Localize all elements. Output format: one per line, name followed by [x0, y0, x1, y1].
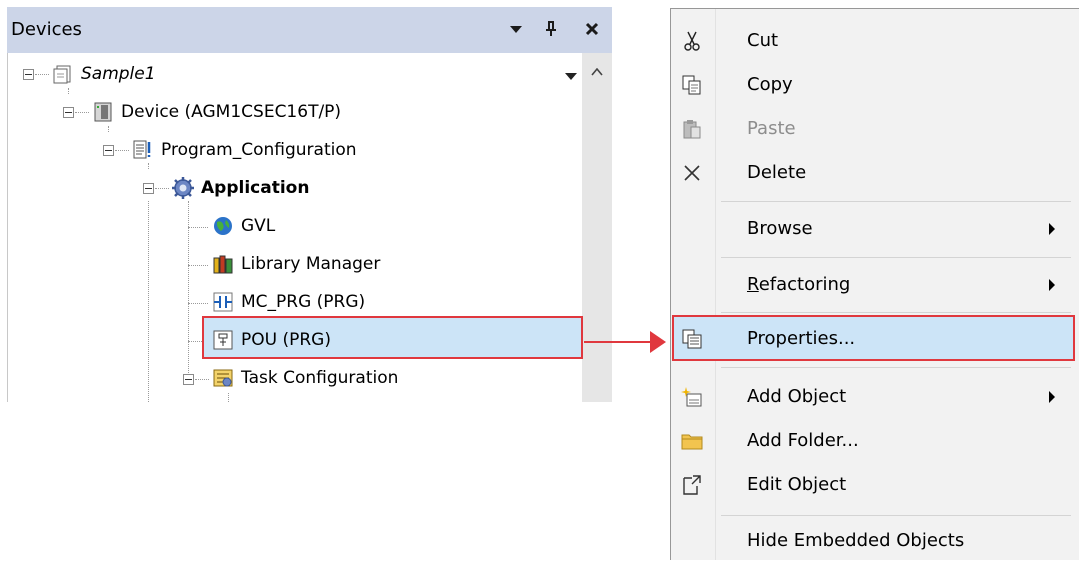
annotation-arrow-head [650, 331, 666, 353]
add-object-icon [681, 386, 703, 408]
devices-panel-title: Devices [11, 19, 82, 40]
collapse-toggle[interactable] [143, 183, 154, 194]
menu-item-hide-embedded-objects[interactable]: Hide Embedded Objects [671, 521, 1075, 561]
tree-label: POU (PRG) [241, 330, 331, 350]
menu-item-label: Cut [747, 30, 779, 51]
menu-item-copy[interactable]: Copy [671, 65, 1075, 105]
menu-item-label: Delete [747, 162, 807, 183]
annotation-arrow-line [584, 341, 656, 343]
menu-item-label: Hide Embedded Objects [747, 530, 965, 551]
context-menu: Cut Copy Paste Delete Browse Refactoring [670, 8, 1079, 560]
menu-item-label: Copy [747, 74, 793, 95]
menu-item-add-folder[interactable]: Add Folder... [671, 421, 1075, 461]
sfc-program-icon [212, 329, 234, 351]
ladder-program-icon [212, 291, 234, 313]
tree-label: Library Manager [241, 254, 381, 274]
tree-node-pou[interactable]: POU (PRG) [212, 325, 331, 355]
copy-icon [681, 74, 703, 96]
tree-line [35, 74, 49, 75]
paste-icon [681, 118, 703, 140]
collapse-toggle[interactable] [63, 107, 74, 118]
menu-item-edit-object[interactable]: Edit Object [671, 465, 1075, 505]
tree-label: Program_Configuration [161, 140, 357, 160]
folder-icon [681, 430, 703, 452]
edit-object-icon [681, 474, 703, 496]
tree-label: Application [201, 178, 310, 198]
tree-line [115, 150, 129, 151]
panel-menu-dropdown-icon[interactable] [502, 15, 530, 43]
close-icon[interactable] [578, 15, 606, 43]
collapse-toggle[interactable] [23, 69, 34, 80]
collapse-toggle[interactable] [183, 374, 194, 385]
tree-node-program-configuration[interactable]: Program_Configuration [132, 135, 357, 165]
menu-separator [721, 201, 1071, 202]
collapse-toggle[interactable] [103, 145, 114, 156]
menu-item-delete[interactable]: Delete [671, 153, 1075, 193]
task-configuration-icon [212, 367, 234, 389]
tree-line [188, 265, 208, 266]
program-configuration-icon [132, 139, 154, 161]
menu-item-refactoring[interactable]: Refactoring [671, 265, 1075, 305]
library-books-icon [212, 253, 234, 275]
tree-dropdown-icon[interactable] [560, 66, 582, 88]
tree-line [188, 227, 208, 228]
cut-icon [681, 30, 703, 52]
application-gear-icon [172, 177, 194, 199]
tree-node-mc-prg[interactable]: MC_PRG (PRG) [212, 287, 365, 317]
tree-node-sample[interactable]: Sample1 [52, 59, 156, 89]
tree-label: GVL [241, 216, 276, 236]
submenu-arrow-icon [1049, 279, 1055, 291]
devices-panel-titlebar: Devices [7, 7, 612, 53]
tree-line [228, 393, 229, 402]
tree-line [148, 201, 149, 402]
menu-item-browse[interactable]: Browse [671, 209, 1075, 249]
tree-line [188, 303, 208, 304]
submenu-arrow-icon [1049, 391, 1055, 403]
tree-node-task-configuration[interactable]: Task Configuration [212, 363, 398, 393]
menu-separator [721, 515, 1071, 516]
delete-icon [681, 162, 703, 184]
properties-icon [681, 328, 703, 350]
tree-line [195, 379, 209, 380]
tree-label: Device (AGM1CSEC16T/P) [121, 102, 342, 122]
menu-separator [721, 367, 1071, 368]
submenu-arrow-icon [1049, 223, 1055, 235]
globe-icon [212, 215, 234, 237]
menu-item-label: Add Object [747, 386, 847, 407]
tree-line [155, 188, 169, 189]
menu-item-label: Paste [747, 118, 796, 139]
menu-item-paste: Paste [671, 109, 1075, 149]
devices-panel: Devices Sample1 Device (AGM1CSEC16T/P) P… [7, 7, 612, 402]
menu-item-label: Refactoring [747, 274, 851, 295]
menu-item-add-object[interactable]: Add Object [671, 377, 1075, 417]
tree-node-gvl[interactable]: GVL [212, 211, 275, 241]
menu-item-cut[interactable]: Cut [671, 21, 1075, 61]
project-icon [52, 63, 74, 85]
menu-separator [721, 312, 1071, 313]
device-icon [92, 101, 114, 123]
pin-icon[interactable] [537, 15, 565, 43]
tree-node-library-manager[interactable]: Library Manager [212, 249, 380, 279]
menu-item-label: Browse [747, 218, 813, 239]
tree-node-application[interactable]: Application [172, 173, 309, 203]
menu-item-properties[interactable]: Properties... [671, 319, 1075, 359]
menu-item-label: Properties... [747, 328, 856, 349]
vertical-scrollbar[interactable] [582, 53, 612, 402]
tree-label: Sample1 [81, 64, 156, 84]
scroll-up-icon[interactable] [582, 61, 612, 83]
tree-label: Task Configuration [241, 368, 399, 388]
tree-line [75, 112, 89, 113]
menu-separator [721, 257, 1071, 258]
tree-node-device[interactable]: Device (AGM1CSEC16T/P) [92, 97, 341, 127]
tree-label: MC_PRG (PRG) [241, 292, 366, 312]
menu-item-label: Edit Object [747, 474, 847, 495]
menu-item-label: Add Folder... [747, 430, 859, 451]
